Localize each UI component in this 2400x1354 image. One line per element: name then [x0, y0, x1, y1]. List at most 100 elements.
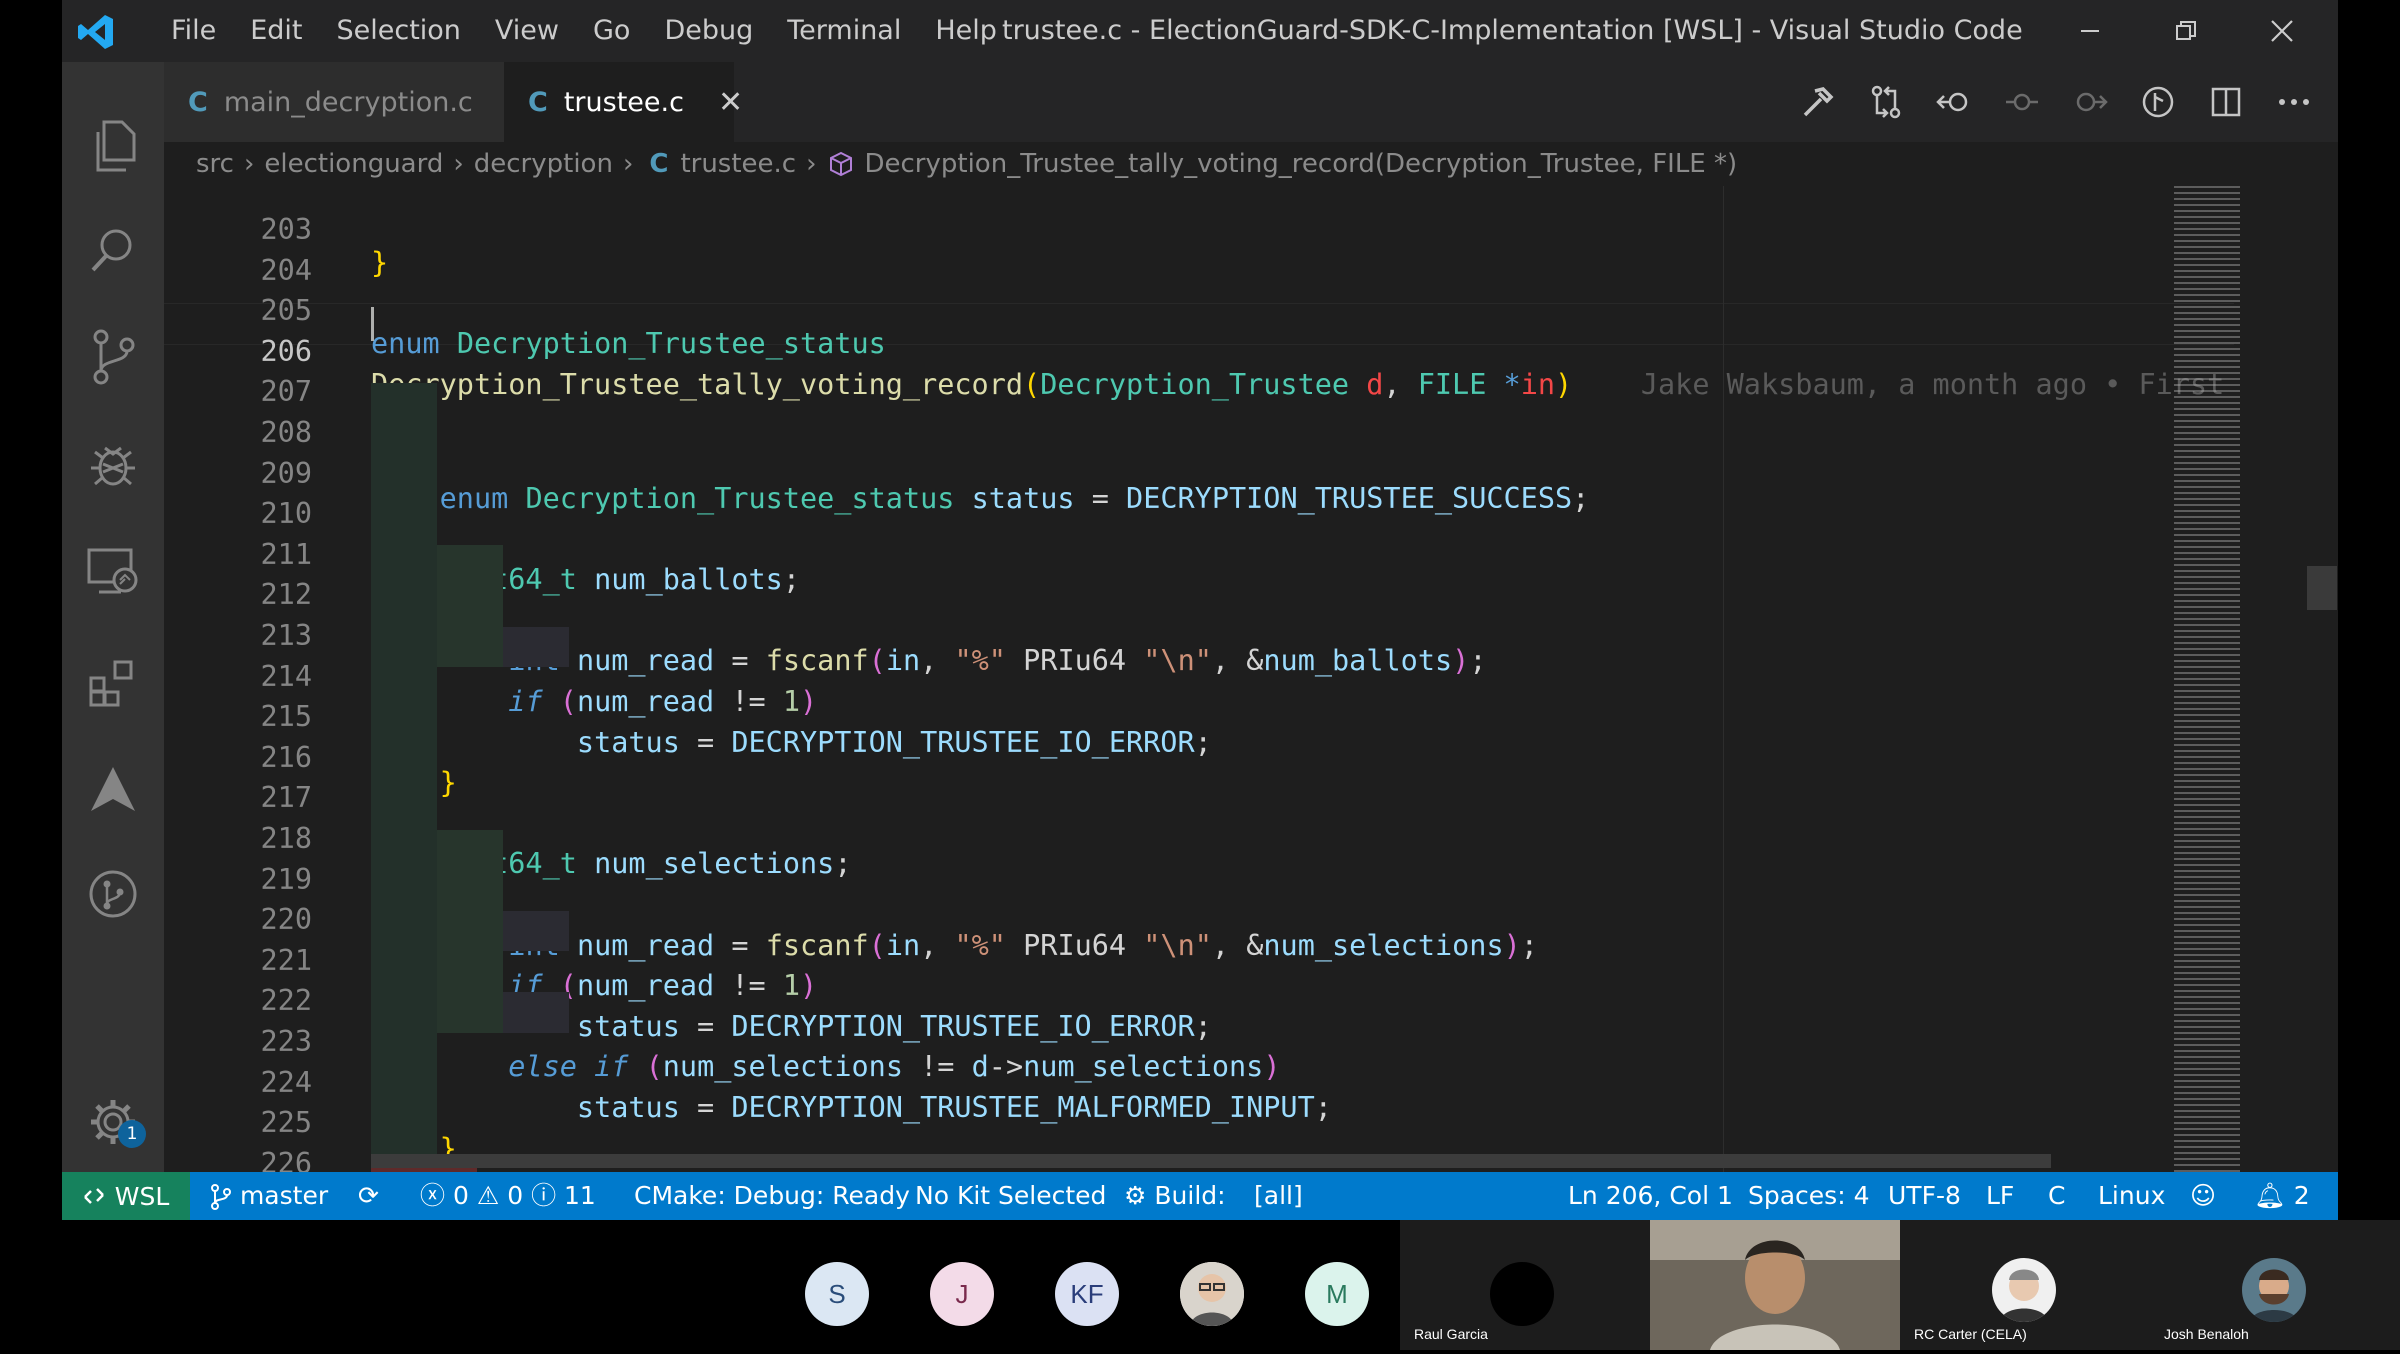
- minimap[interactable]: [2174, 186, 2294, 1172]
- menu-go[interactable]: Go: [576, 0, 647, 62]
- remote-icon: [83, 1188, 104, 1204]
- menu-edit[interactable]: Edit: [233, 0, 319, 62]
- commit-icon[interactable]: [1988, 62, 2056, 142]
- participant-video-frame: [1650, 1220, 1900, 1350]
- participant-avatar[interactable]: S: [805, 1262, 869, 1326]
- horizontal-scrollbar[interactable]: [371, 1154, 2051, 1168]
- sync-icon[interactable]: ⟳: [358, 1172, 379, 1220]
- menu-view[interactable]: View: [478, 0, 576, 62]
- source-control-icon[interactable]: [83, 327, 143, 387]
- participant-avatar-dark: [1490, 1262, 1554, 1326]
- code-line: 203 }: [260, 213, 389, 279]
- editor-actions: [1784, 62, 2328, 142]
- more-actions-icon[interactable]: [2260, 62, 2328, 142]
- code-line: 216: [164, 707, 2234, 774]
- remote-indicator[interactable]: WSL: [62, 1172, 190, 1220]
- explorer-icon[interactable]: [83, 116, 143, 176]
- restore-icon: [2176, 21, 2196, 40]
- code-editor[interactable]: 203 } 204 205 enum Decryption_Trustee_st…: [164, 186, 2234, 1172]
- participant-photo: [1992, 1258, 2056, 1322]
- warning-icon: ⚠: [476, 1181, 500, 1210]
- end-of-line[interactable]: LF: [1986, 1172, 2014, 1220]
- minimize-button[interactable]: [2042, 0, 2138, 62]
- code-line: 221 status = DECRYPTION_TRUSTEE_IO_ERROR…: [164, 910, 2234, 1043]
- os-indicator[interactable]: Linux: [2098, 1172, 2165, 1220]
- build-hammer-icon[interactable]: [1784, 62, 1852, 142]
- previous-change-icon[interactable]: [1920, 62, 1988, 142]
- code-line: 220 if (num_read != 1): [164, 870, 2234, 1002]
- breadcrumb-electionguard[interactable]: electionguard: [264, 149, 443, 179]
- indentation[interactable]: Spaces: 4: [1748, 1172, 1869, 1220]
- participant-tile[interactable]: RC Carter (CELA): [1900, 1220, 2150, 1350]
- compare-changes-icon[interactable]: [1852, 62, 1920, 142]
- problems-indicator[interactable]: ⓧ 0 ⚠ 0 ⓘ 11: [420, 1172, 596, 1220]
- chevron-right-icon: ›: [453, 149, 464, 179]
- breadcrumb-decryption[interactable]: decryption: [474, 149, 613, 179]
- code-line: 213 if (num_read != 1): [164, 586, 2234, 718]
- code-line: 223 status = DECRYPTION_TRUSTEE_MALFORME…: [164, 992, 2234, 1124]
- status-bar: WSL master ⟳ ⓧ 0 ⚠ 0 ⓘ 11 CMake: Debug: …: [62, 1172, 2338, 1220]
- tab-trustee[interactable]: C trustee.c ✕: [504, 62, 743, 142]
- menu-selection[interactable]: Selection: [319, 0, 477, 62]
- tab-main-decryption[interactable]: C main_decryption.c: [164, 62, 504, 142]
- menu-help[interactable]: Help: [918, 0, 1014, 62]
- feedback-smiley-icon[interactable]: ☺: [2190, 1172, 2216, 1220]
- code-line: 205 enum Decryption_Trustee_status: [260, 294, 886, 361]
- breadcrumb-src[interactable]: src: [196, 149, 234, 179]
- notifications[interactable]: 🔔︎ 2: [2254, 1172, 2310, 1220]
- tab-close-icon[interactable]: ✕: [718, 85, 743, 120]
- text-cursor: [371, 307, 374, 341]
- participant-video[interactable]: [1650, 1220, 1900, 1350]
- settings-update-badge: 1: [118, 1120, 146, 1148]
- build-button[interactable]: ⚙ Build:: [1124, 1172, 1226, 1220]
- cmake-kit[interactable]: No Kit Selected: [915, 1172, 1106, 1220]
- participant-tile[interactable]: Raul Garcia: [1400, 1220, 1650, 1350]
- method-cube-icon: [829, 151, 852, 177]
- participant-tile[interactable]: Josh Benaloh: [2150, 1220, 2400, 1350]
- vertical-scrollbar-thumb[interactable]: [2307, 566, 2337, 610]
- breadcrumb-file[interactable]: trustee.c: [680, 149, 796, 179]
- close-window-button[interactable]: [2234, 0, 2330, 62]
- cursor-position[interactable]: Ln 206, Col 1: [1568, 1172, 1733, 1220]
- code-line: 218 {: [164, 789, 2234, 921]
- participant-avatar[interactable]: J: [930, 1262, 994, 1326]
- search-icon[interactable]: [83, 220, 143, 280]
- git-graph-icon[interactable]: [83, 864, 143, 924]
- next-change-icon[interactable]: [2056, 62, 2124, 142]
- participant-photo[interactable]: [1180, 1262, 1244, 1326]
- split-editor-icon[interactable]: [2192, 62, 2260, 142]
- branch-indicator[interactable]: master: [210, 1172, 328, 1220]
- code-line: 224 }: [164, 1032, 2234, 1165]
- debug-icon[interactable]: [83, 434, 143, 494]
- extensions-icon[interactable]: [83, 652, 143, 712]
- c-file-icon: C: [188, 86, 208, 118]
- encoding[interactable]: UTF-8: [1888, 1172, 1961, 1220]
- restore-button[interactable]: [2138, 0, 2234, 62]
- participant-photo: [2242, 1258, 2306, 1322]
- code-line: 206 Decryption_Trustee_tally_voting_reco…: [164, 302, 2234, 401]
- build-target[interactable]: [all]: [1254, 1172, 1303, 1220]
- menu-file[interactable]: File: [154, 0, 233, 62]
- menu-bar: File Edit Selection View Go Debug Termin…: [154, 0, 1014, 62]
- tab-label: trustee.c: [563, 86, 684, 118]
- participant-avatar[interactable]: M: [1305, 1262, 1369, 1326]
- remote-explorer-icon[interactable]: [83, 542, 143, 602]
- cmake-status[interactable]: CMake: Debug: Ready: [634, 1172, 910, 1220]
- participant-avatar[interactable]: KF: [1055, 1262, 1119, 1326]
- activity-bar: 1: [62, 62, 164, 1172]
- language-mode[interactable]: C: [2048, 1172, 2065, 1220]
- branch-name: master: [239, 1181, 329, 1210]
- breadcrumb-symbol[interactable]: Decryption_Trustee_tally_voting_record(D…: [865, 149, 1738, 179]
- participant-name: RC Carter (CELA): [1914, 1326, 2027, 1342]
- code-line: 226 for (size_t i = 0; i < num_ballots &…: [164, 1113, 2234, 1172]
- git-lens-icon[interactable]: [2124, 62, 2192, 142]
- deploy-triangle-icon[interactable]: [83, 759, 143, 819]
- code-line: 225: [164, 1073, 2234, 1139]
- participant-name: Josh Benaloh: [2164, 1326, 2249, 1342]
- c-file-icon: C: [528, 86, 548, 118]
- bell-icon: 🔔︎: [2254, 1181, 2286, 1210]
- menu-terminal[interactable]: Terminal: [770, 0, 918, 62]
- code-line: 204: [260, 253, 312, 287]
- chevron-right-icon: ›: [622, 149, 634, 179]
- menu-debug[interactable]: Debug: [647, 0, 770, 62]
